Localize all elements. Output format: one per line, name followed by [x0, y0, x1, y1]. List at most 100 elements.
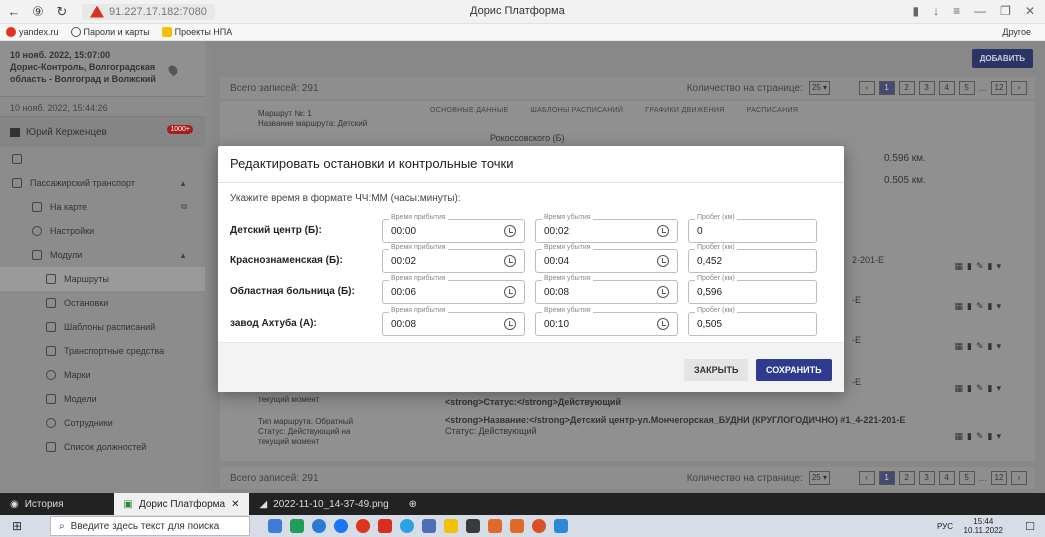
- app-icon[interactable]: [554, 519, 569, 533]
- sidebar-item-settings[interactable]: Настройки: [0, 219, 205, 243]
- route-row-2[interactable]: Тип маршрута: Обратный Статус: Действующ…: [220, 413, 410, 451]
- departure-time-field[interactable]: Время убытия 00:10: [535, 307, 678, 336]
- arrival-time-field[interactable]: Время прибытия 00:02: [382, 244, 525, 273]
- sidebar-item-routes[interactable]: Маршруты: [0, 267, 205, 291]
- add-button[interactable]: ДОБАВИТЬ: [971, 49, 1033, 68]
- clock-icon[interactable]: [504, 318, 516, 330]
- address-bar[interactable]: 91.227.17.182:7080: [82, 3, 215, 20]
- mileage-field[interactable]: Пробег (км) 0,596: [688, 275, 817, 304]
- page-5[interactable]: 5: [958, 471, 975, 485]
- page-1[interactable]: 1: [878, 471, 895, 485]
- page-12[interactable]: 12: [991, 81, 1007, 95]
- sidebar-item-vehicles[interactable]: Транспортные средства: [0, 339, 205, 363]
- mileage-field[interactable]: Пробег (км) 0,505: [688, 307, 817, 336]
- taskbar-search[interactable]: ⌕ Введите здесь текст для поиска: [50, 516, 251, 536]
- next-page-button[interactable]: ›: [1011, 471, 1027, 485]
- prev-page-button[interactable]: ‹: [858, 81, 875, 95]
- clock-icon[interactable]: [657, 255, 669, 267]
- sidebar-item-templates[interactable]: Шаблоны расписаний: [0, 315, 205, 339]
- save-button[interactable]: СОХРАНИТЬ: [756, 359, 832, 381]
- sidebar-item-transport[interactable]: Пассажирский транспорт ▲: [0, 171, 205, 195]
- page-3[interactable]: 3: [918, 471, 935, 485]
- mileage-field[interactable]: Пробег (км) 0: [688, 214, 817, 243]
- reload-icon[interactable]: ↻: [52, 4, 72, 20]
- row-actions-4[interactable]: ▦▮✎▮▾: [955, 383, 1005, 394]
- tab-schedule-templates[interactable]: ШАБЛОНЫ РАСПИСАНИЙ: [530, 107, 623, 114]
- back-icon[interactable]: ←: [4, 4, 24, 19]
- page-5[interactable]: 5: [958, 81, 975, 95]
- app-icon[interactable]: [378, 519, 393, 533]
- bookmark-npa[interactable]: Проекты НПА: [161, 27, 232, 37]
- calculator-icon[interactable]: [422, 519, 437, 533]
- per-page-select[interactable]: 25 ▾: [808, 81, 830, 95]
- page-4[interactable]: 4: [938, 81, 955, 95]
- sidebar-item-stops[interactable]: Остановки: [0, 291, 205, 315]
- tab-schedules[interactable]: РАСПИСАНИЯ: [747, 107, 799, 114]
- app-icon[interactable]: [466, 519, 481, 533]
- facebook-icon[interactable]: [334, 519, 349, 533]
- tab-main-data[interactable]: ОСНОВНЫЕ ДАННЫЕ: [430, 107, 508, 114]
- clock-icon[interactable]: [657, 318, 669, 330]
- row-actions-2[interactable]: ▦▮✎▮▾: [955, 301, 1005, 312]
- clock-icon[interactable]: [504, 255, 516, 267]
- app-icon[interactable]: [532, 519, 547, 533]
- other-bookmarks[interactable]: Другое: [1002, 27, 1031, 37]
- page-3[interactable]: 3: [918, 81, 935, 95]
- telegram-icon[interactable]: [400, 519, 415, 533]
- app-icon[interactable]: [488, 519, 503, 533]
- arrival-time-field[interactable]: Время прибытия 00:00: [382, 214, 525, 243]
- app-icon[interactable]: [510, 519, 525, 533]
- yandex-icon[interactable]: ⑨: [28, 4, 48, 20]
- arrival-time-field[interactable]: Время прибытия 00:06: [382, 275, 525, 304]
- tab-doris-platform[interactable]: ▣ Дорис Платформа ✕: [113, 493, 250, 515]
- close-tab-icon[interactable]: ✕: [231, 499, 239, 510]
- sidebar-item-models[interactable]: Модели: [0, 387, 205, 411]
- notifications-icon[interactable]: ☐: [1025, 520, 1035, 533]
- departure-time-field[interactable]: Время убытия 00:04: [535, 244, 678, 273]
- windows-start-icon[interactable]: ⊞: [12, 519, 22, 533]
- minimize-icon[interactable]: —: [974, 4, 986, 18]
- folder-icon[interactable]: [444, 519, 459, 533]
- mileage-field[interactable]: Пробег (км) 0,452: [688, 244, 817, 273]
- clock-icon[interactable]: [657, 225, 669, 237]
- bookmark-passwords[interactable]: Пароли и карты: [70, 27, 150, 37]
- user-menu[interactable]: Юрий Керженцев 1000+: [0, 117, 205, 147]
- page-2[interactable]: 2: [898, 81, 915, 95]
- restore-icon[interactable]: ❐: [1000, 4, 1011, 18]
- tab-screenshot-file[interactable]: ◢ 2022-11-10_14-37-49.png: [249, 493, 398, 515]
- per-page-select-bottom[interactable]: 25 ▾: [808, 471, 830, 485]
- app-icon[interactable]: [268, 519, 283, 533]
- close-window-icon[interactable]: ✕: [1025, 4, 1035, 18]
- row-actions-1[interactable]: ▦▮✎▮▾: [955, 261, 1005, 272]
- app-icon[interactable]: [290, 519, 305, 533]
- tab-history[interactable]: ◉ История: [0, 493, 74, 515]
- sidebar-item-map[interactable]: На карте ⧉: [0, 195, 205, 219]
- row-actions-3[interactable]: ▦▮✎▮▾: [955, 341, 1005, 352]
- clock-icon[interactable]: [504, 286, 516, 298]
- clock-icon[interactable]: [504, 225, 516, 237]
- menu-icon[interactable]: ≡: [953, 4, 960, 18]
- edge-icon[interactable]: [312, 519, 327, 533]
- downloads-icon[interactable]: ↓: [933, 4, 939, 18]
- prev-page-button[interactable]: ‹: [858, 471, 875, 485]
- sidebar-item-employees[interactable]: Сотрудники: [0, 411, 205, 435]
- arrival-time-field[interactable]: Время прибытия 00:08: [382, 307, 525, 336]
- departure-time-field[interactable]: Время убытия 00:02: [535, 214, 678, 243]
- bookmark-yandex[interactable]: yandex.ru: [6, 27, 59, 37]
- sidebar-collapse[interactable]: [0, 147, 205, 171]
- page-12[interactable]: 12: [991, 471, 1007, 485]
- tab-movement-charts[interactable]: ГРАФИКИ ДВИЖЕНИЯ: [645, 107, 724, 114]
- new-tab-button[interactable]: ⊕: [399, 493, 427, 515]
- language-indicator[interactable]: РУС: [937, 522, 953, 531]
- system-clock[interactable]: 15:44 10.11.2022: [964, 517, 1003, 535]
- route-summary[interactable]: Маршрут №: 1 Название маршрута: Детский: [220, 105, 410, 133]
- yandex-icon[interactable]: [356, 519, 371, 533]
- bookmark-icon[interactable]: ▮: [913, 4, 920, 18]
- departure-time-field[interactable]: Время убытия 00:08: [535, 275, 678, 304]
- page-2[interactable]: 2: [898, 471, 915, 485]
- sidebar-item-brands[interactable]: Марки: [0, 363, 205, 387]
- sidebar-item-modules[interactable]: Модули ▲: [0, 243, 205, 267]
- clock-icon[interactable]: [657, 286, 669, 298]
- page-4[interactable]: 4: [938, 471, 955, 485]
- close-button[interactable]: ЗАКРЫТЬ: [684, 359, 749, 381]
